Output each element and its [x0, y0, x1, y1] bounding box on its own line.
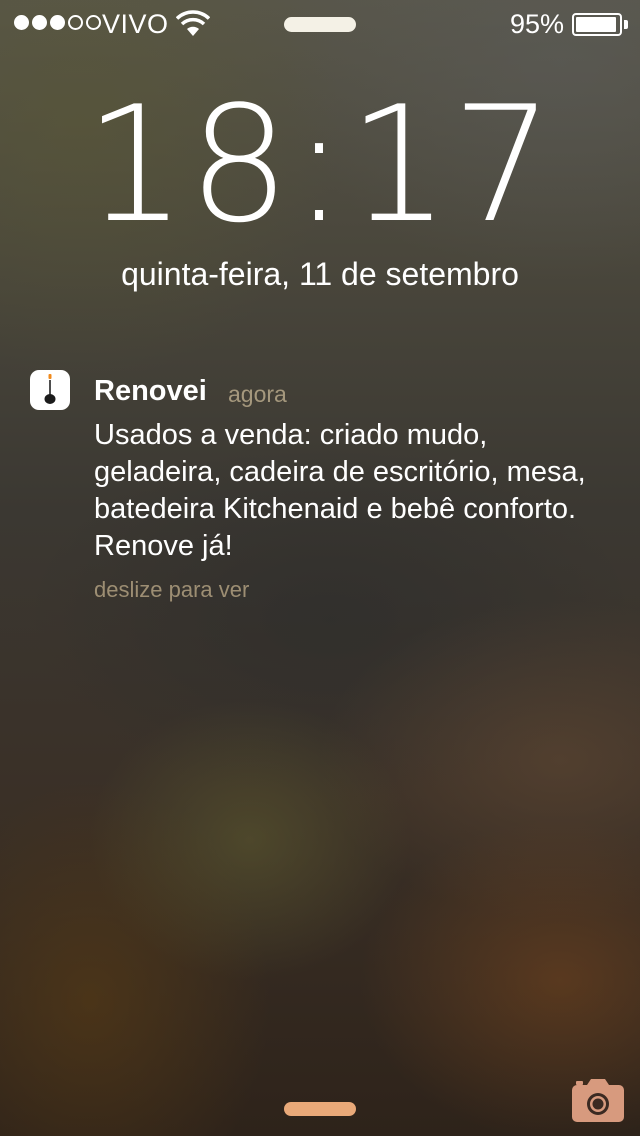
battery-fill [576, 17, 616, 32]
carrier-label: VIVO [102, 9, 169, 39]
battery-tip [624, 20, 628, 29]
wifi-icon [176, 10, 210, 36]
lock-screen-time: 18:17 [84, 71, 556, 258]
renovei-app-icon [30, 370, 70, 410]
signal-dot [14, 15, 29, 30]
notification-app-name: Renovei [94, 375, 207, 407]
notification-time: agora [228, 381, 287, 407]
battery-icon [572, 13, 622, 36]
signal-dot [68, 15, 83, 30]
notification-hint: deslize para ver [94, 577, 250, 602]
signal-strength-icon [14, 15, 101, 30]
lock-screen-date: quinta-feira, 11 de setembro [121, 256, 519, 292]
signal-dot [86, 15, 101, 30]
bottom-grabber[interactable] [284, 1102, 356, 1116]
top-grabber[interactable] [284, 17, 356, 32]
camera-icon[interactable] [570, 1078, 626, 1124]
battery-percent: 95% [509, 9, 564, 39]
signal-dot [32, 15, 47, 30]
signal-dot [50, 15, 65, 30]
status-bar: VIVO 95% [0, 0, 640, 50]
notification-message: Usados a venda: criado mudo, geladeira, … [94, 419, 586, 562]
